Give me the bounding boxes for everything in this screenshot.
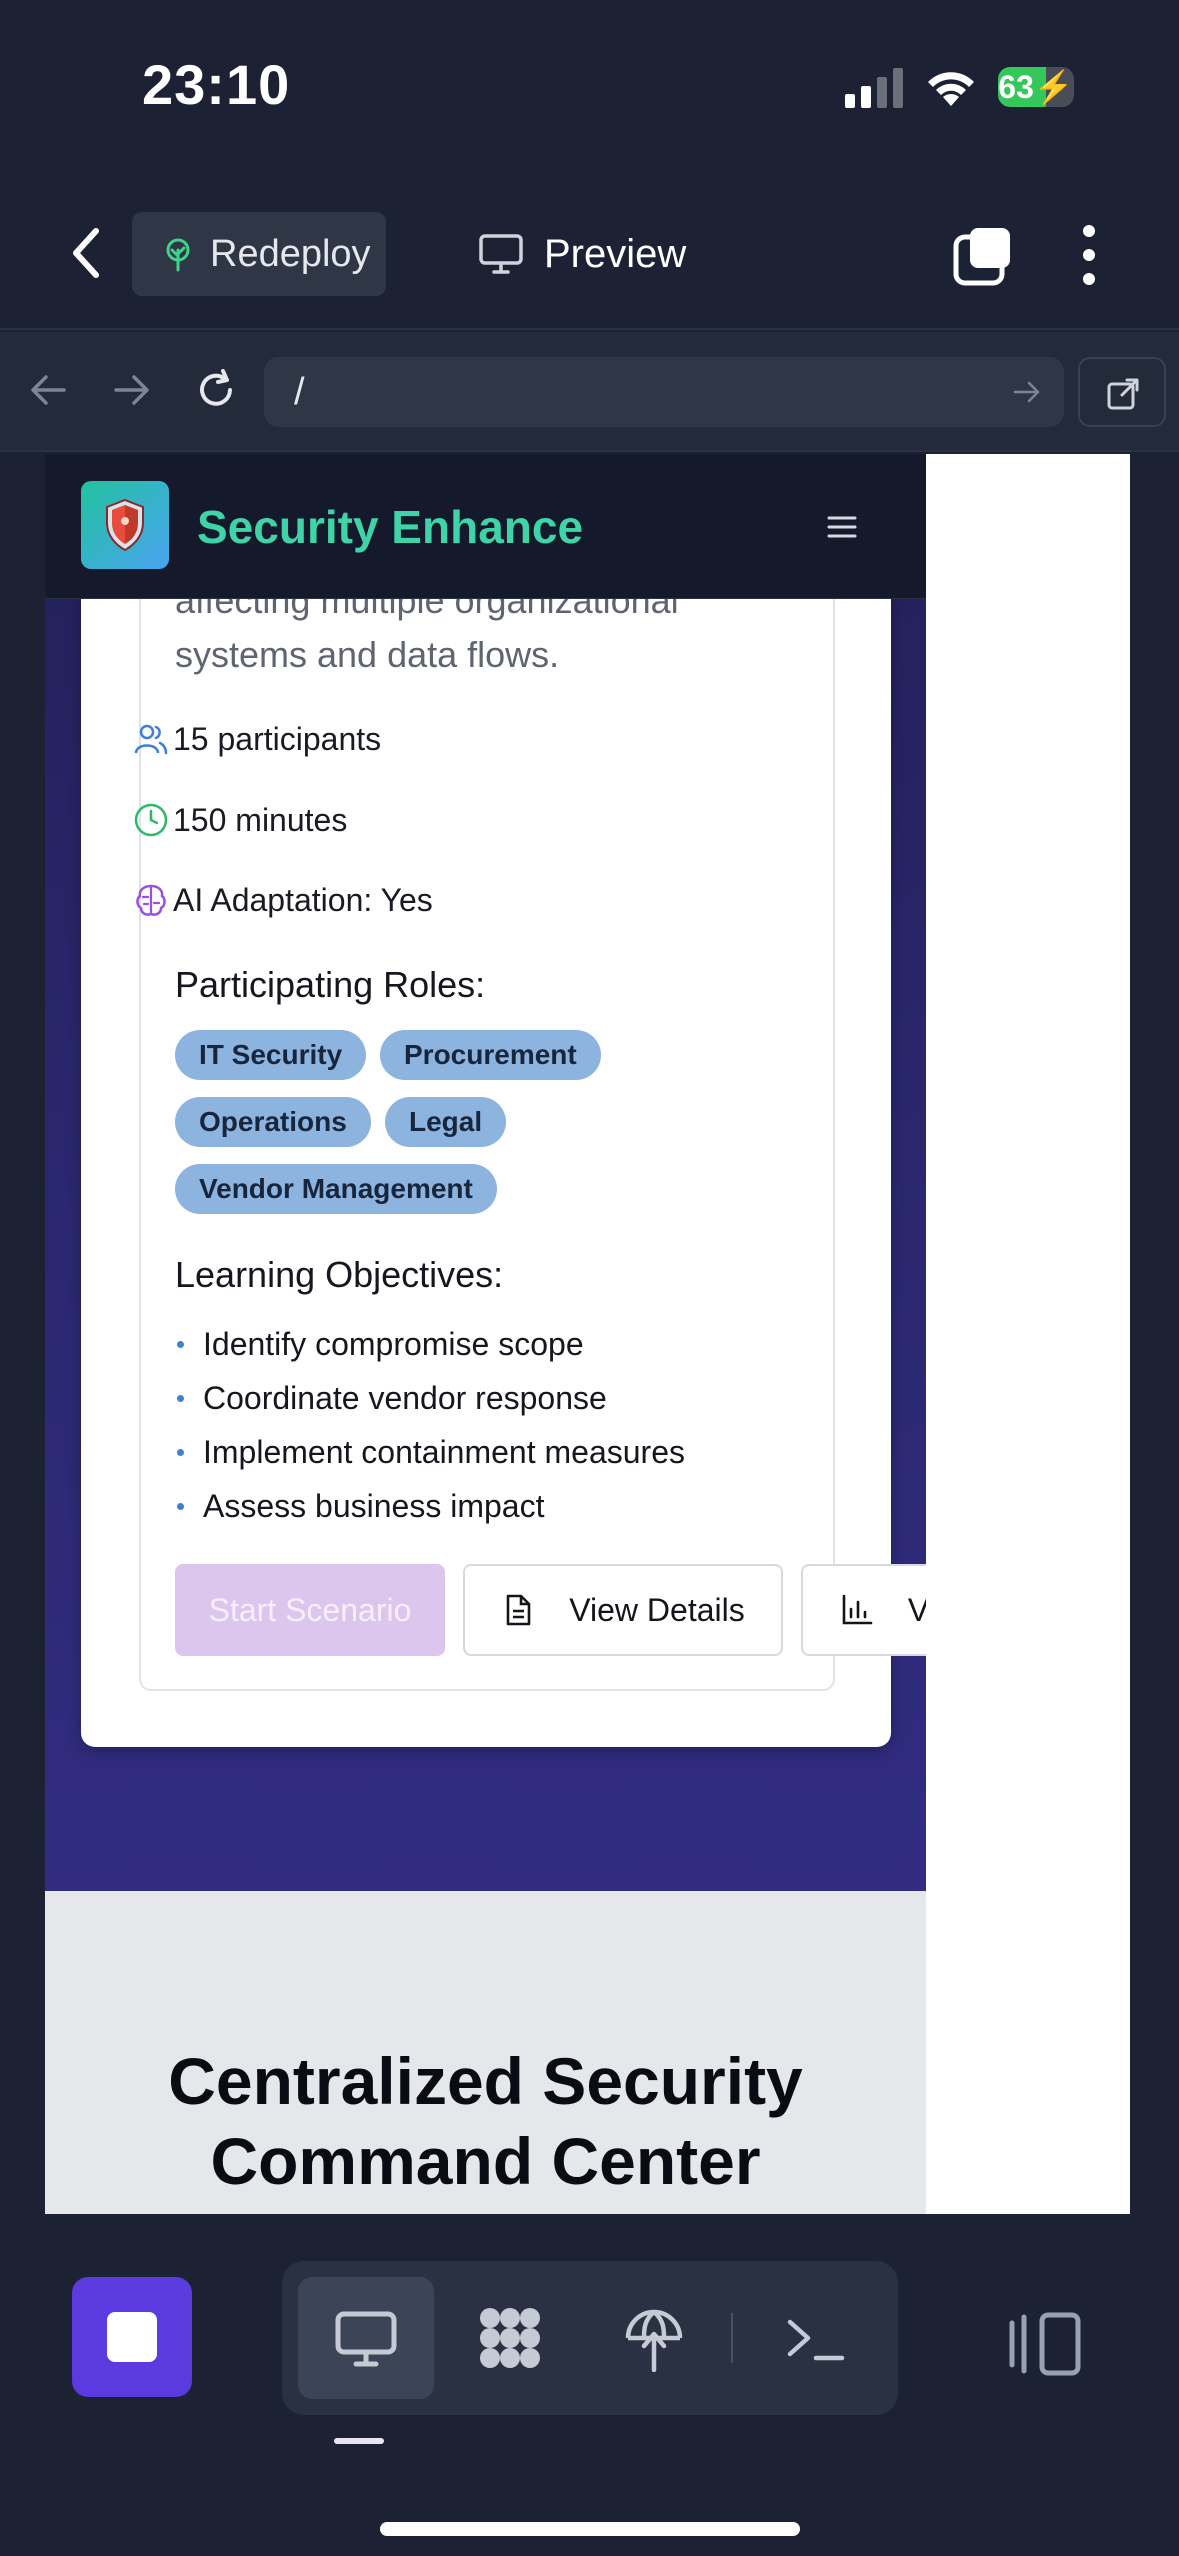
- browser-toolbar: /: [0, 332, 1179, 452]
- clock-icon: [134, 803, 168, 837]
- start-scenario-button[interactable]: Start Scenario: [175, 1564, 445, 1656]
- objective-item: Implement containment measures: [177, 1434, 685, 1470]
- redeploy-button[interactable]: Redeploy: [132, 212, 386, 296]
- roles-heading: Participating Roles:: [175, 964, 486, 1005]
- view-results-button[interactable]: View Results: [801, 1564, 926, 1656]
- monitor-icon: [479, 234, 523, 274]
- brain-icon: [136, 884, 166, 916]
- objective-item: Identify compromise scope: [177, 1326, 584, 1362]
- role-tag: Vendor Management: [175, 1164, 497, 1214]
- tool-separator: [731, 2313, 733, 2363]
- view-details-label: View Details: [569, 1591, 745, 1628]
- battery-percent: 63: [998, 69, 1034, 105]
- tool-group: [282, 2261, 898, 2415]
- users-icon: [134, 724, 168, 755]
- view-details-button[interactable]: View Details: [463, 1564, 783, 1656]
- hero-background: affecting multiple organizational system…: [45, 454, 926, 1891]
- deploy-icon: [625, 2309, 683, 2372]
- redeploy-label: Redeploy: [210, 232, 371, 275]
- role-tag: Procurement: [380, 1030, 601, 1080]
- objective-item: Assess business impact: [176, 1488, 545, 1524]
- ai-adaptation-text: AI Adaptation: Yes: [173, 881, 433, 918]
- view-results-label: View Results: [907, 1591, 926, 1628]
- back-chevron-icon[interactable]: [62, 223, 112, 283]
- site-page: affecting multiple organizational system…: [45, 454, 926, 2214]
- arrow-right-icon[interactable]: [110, 368, 154, 412]
- go-arrow-icon[interactable]: [1012, 377, 1042, 407]
- home-indicator[interactable]: [380, 2522, 800, 2536]
- duration-meta: 150 minutes: [134, 798, 348, 842]
- objective-item: Coordinate vendor response: [177, 1380, 607, 1416]
- url-text: /: [294, 371, 305, 413]
- open-external-button[interactable]: [1078, 357, 1166, 427]
- status-bar: 23:10 63⚡: [0, 0, 1179, 175]
- site-navbar: Security Enhance: [45, 454, 926, 599]
- terminal-icon: [787, 2319, 845, 2361]
- site-logo[interactable]: [81, 481, 169, 569]
- charging-bolt-icon: ⚡: [1033, 69, 1074, 105]
- reload-icon[interactable]: [194, 368, 238, 412]
- cellular-signal-icon: [845, 68, 903, 108]
- participants-text: 15 participants: [173, 720, 382, 757]
- role-tag: Legal: [385, 1097, 507, 1147]
- command-center-section: Centralized Security Command Center: [45, 1891, 926, 2214]
- duration-text: 150 minutes: [173, 801, 348, 838]
- section-heading: Centralized Security Command Center: [168, 2044, 803, 2198]
- battery-indicator: 63⚡: [998, 67, 1074, 107]
- preview-label: Preview: [544, 231, 687, 276]
- monitor-icon: [335, 2311, 397, 2367]
- document-icon: [506, 1594, 531, 1626]
- wifi-icon: [928, 72, 974, 106]
- menu-icon[interactable]: [827, 512, 857, 542]
- tool-database[interactable]: [442, 2277, 578, 2399]
- tool-deploy[interactable]: [586, 2277, 722, 2399]
- stop-square-icon: [107, 2312, 157, 2362]
- role-tag: IT Security: [175, 1030, 367, 1080]
- preview-viewport: affecting multiple organizational system…: [45, 454, 1130, 2214]
- tool-preview[interactable]: [298, 2277, 434, 2399]
- bottom-dock: [0, 2214, 1179, 2556]
- tool-terminal[interactable]: [748, 2277, 884, 2399]
- external-link-icon: [1107, 378, 1139, 410]
- role-tag: Operations: [175, 1097, 371, 1147]
- app-header: Redeploy Preview: [0, 175, 1179, 330]
- active-tool-indicator: [334, 2438, 384, 2444]
- status-time: 23:10: [142, 53, 291, 116]
- redeploy-tree-icon: [166, 238, 190, 272]
- ai-adaptation-meta: AI Adaptation: Yes: [136, 878, 433, 922]
- objectives-heading: Learning Objectives:: [175, 1254, 504, 1295]
- shield-icon: [106, 498, 144, 552]
- nodes-icon: [480, 2308, 540, 2368]
- stop-button[interactable]: [72, 2277, 192, 2397]
- participants-meta: 15 participants: [134, 717, 382, 761]
- site-title: Security Enhance: [197, 501, 584, 553]
- preview-button[interactable]: Preview: [478, 212, 686, 296]
- tabs-icon[interactable]: [952, 225, 1014, 287]
- arrow-left-icon[interactable]: [26, 368, 70, 412]
- split-panel-icon[interactable]: [1006, 2309, 1086, 2379]
- bar-chart-icon: [842, 1594, 873, 1625]
- more-vertical-icon[interactable]: [1075, 223, 1103, 287]
- url-input[interactable]: /: [264, 357, 1064, 427]
